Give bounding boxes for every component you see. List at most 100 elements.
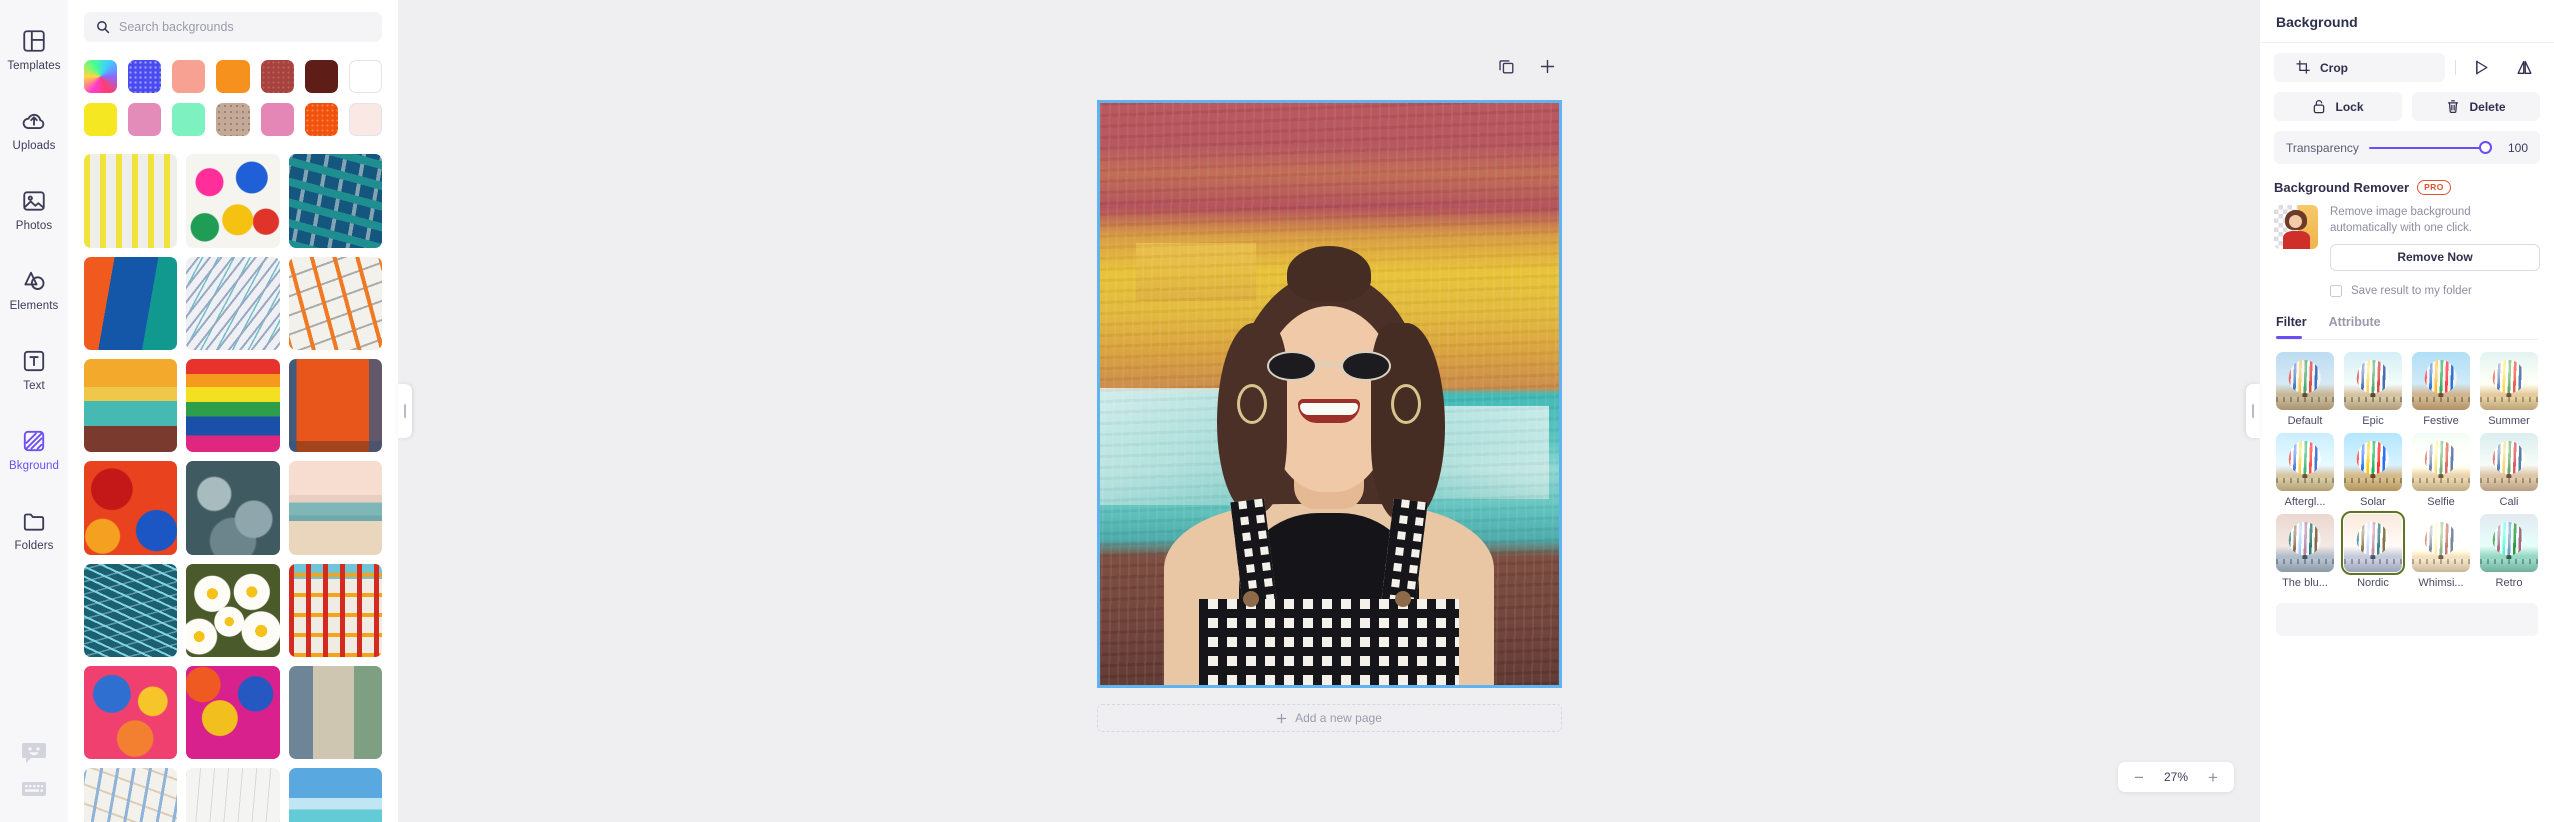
flip-vertical-button[interactable]	[2508, 53, 2540, 82]
bg-thumb-daisy-flowers[interactable]	[186, 563, 280, 657]
filter-afterglow[interactable]: Aftergl...	[2276, 432, 2334, 508]
filter-festive[interactable]: Festive	[2412, 351, 2470, 427]
swatch-mint[interactable]	[172, 103, 206, 137]
search-backgrounds-box[interactable]	[84, 12, 382, 42]
bg-thumb-white-soft-texture[interactable]	[186, 768, 280, 822]
plus-icon[interactable]	[1539, 58, 1556, 75]
save-result-checkbox[interactable]	[2330, 284, 2342, 297]
bg-thumb-colorful-abstract-splash[interactable]	[186, 154, 280, 248]
filter-thumbnail	[2412, 432, 2470, 491]
artboard-wrapper: Add a new page	[1096, 100, 1562, 732]
transparency-slider[interactable]	[2368, 141, 2492, 155]
sidebar-item-label: Bkground	[8, 459, 60, 472]
swatch-salmon[interactable]	[172, 60, 206, 94]
intensity-row-partial[interactable]	[2276, 602, 2538, 636]
lock-button[interactable]: Lock	[2274, 92, 2402, 121]
collapse-right-panel-handle[interactable]	[2246, 384, 2260, 438]
ground	[2276, 558, 2334, 572]
filter-label: Festive	[2423, 414, 2459, 427]
bg-thumb-sunset-sea-paint[interactable]	[84, 358, 178, 453]
filter-the-blues[interactable]: The blu...	[2276, 513, 2334, 589]
swatch-rose-pink[interactable]	[260, 103, 294, 137]
bg-thumb-rainbow-layers[interactable]	[186, 358, 280, 453]
sidebar-item-label: Text	[23, 379, 45, 392]
bg-thumb-white-orange-strokes[interactable]	[288, 256, 382, 350]
swatch-taupe-dotted[interactable]	[216, 103, 250, 137]
background-remover-text: Remove image background automatically wi…	[2330, 205, 2540, 271]
artboard-selected-image[interactable]	[1096, 100, 1562, 688]
properties-panel: Background Crop Lock Delete Transparency…	[2260, 0, 2554, 822]
swatch-dark-maroon[interactable]	[304, 60, 338, 94]
crop-button[interactable]: Crop	[2274, 53, 2445, 82]
background-remover-block: Remove image background automatically wi…	[2274, 205, 2540, 271]
lock-delete-row: Lock Delete	[2274, 92, 2540, 121]
properties-body: Crop Lock Delete Transparency 100 Backgr…	[2260, 43, 2554, 636]
filter-label: Default	[2287, 414, 2323, 427]
bg-thumb-dark-teal-clouds[interactable]	[186, 461, 280, 555]
transparency-label: Transparency	[2286, 140, 2359, 155]
bg-thumb-magenta-yellow-abstract[interactable]	[186, 666, 280, 760]
handle-bar	[2252, 404, 2254, 418]
flip-horizontal-button[interactable]	[2466, 53, 2498, 82]
filter-default[interactable]: Default	[2276, 351, 2334, 427]
collapse-left-panel-handle[interactable]	[398, 384, 412, 438]
tab-attribute[interactable]: Attribute	[2329, 315, 2381, 339]
sidebar-item-uploads[interactable]: Uploads	[0, 90, 68, 170]
filter-summer[interactable]: Summer	[2480, 351, 2538, 427]
swatch-yellow[interactable]	[84, 103, 118, 137]
sidebar-item-bkground[interactable]: Bkground	[0, 410, 68, 490]
chat-smiley-icon[interactable]	[21, 742, 47, 764]
zoom-in-button[interactable]: +	[2200, 764, 2226, 790]
filter-epic[interactable]: Epic	[2344, 351, 2402, 427]
bg-thumb-concrete-wall-curve[interactable]	[288, 666, 382, 760]
add-new-page-button[interactable]: Add a new page	[1096, 704, 1562, 732]
bg-thumb-tropical-lagoon[interactable]	[288, 768, 382, 822]
bg-thumb-blue-fur-texture[interactable]	[84, 563, 178, 657]
bg-thumb-orange-blue-paint[interactable]	[84, 256, 178, 350]
bg-thumb-yellow-collage[interactable]	[84, 154, 178, 248]
ground	[2480, 477, 2538, 491]
sidebar-item-elements[interactable]: Elements	[0, 250, 68, 330]
duplicate-icon[interactable]	[1498, 58, 1515, 75]
filter-selfie[interactable]: Selfie	[2412, 432, 2470, 508]
filter-nordic[interactable]: Nordic	[2340, 510, 2406, 589]
bg-thumb-pink-blue-abstract[interactable]	[84, 666, 178, 760]
sunglasses	[1267, 351, 1391, 382]
swatch-blush-white[interactable]	[348, 103, 382, 137]
swatch-rainbow-gradient[interactable]	[84, 60, 118, 94]
bg-thumb-red-orange-impasto[interactable]	[84, 461, 178, 555]
filter-solar[interactable]: Solar	[2344, 432, 2402, 508]
filter-label: Retro	[2495, 576, 2523, 589]
delete-button[interactable]: Delete	[2412, 92, 2540, 121]
swatch-brick-red[interactable]	[260, 60, 294, 94]
sidebar-item-folders[interactable]: Folders	[0, 490, 68, 570]
keyboard-icon[interactable]	[21, 778, 47, 800]
slider-knob[interactable]	[2479, 141, 2492, 154]
filter-label: Solar	[2360, 495, 2386, 508]
sidebar-item-text[interactable]: Text	[0, 330, 68, 410]
bg-thumb-marble-swirl[interactable]	[186, 256, 280, 350]
remove-now-button[interactable]: Remove Now	[2330, 243, 2540, 271]
swatch-blue-dotted[interactable]	[128, 60, 162, 94]
zoom-out-button[interactable]: −	[2126, 764, 2152, 790]
plus-icon	[1276, 713, 1287, 723]
save-result-label: Save result to my folder	[2351, 284, 2472, 297]
sidebar-item-templates[interactable]: Templates	[0, 10, 68, 90]
bg-thumb-red-city-painting[interactable]	[288, 563, 382, 657]
bg-thumb-teal-blue-abstract[interactable]	[288, 154, 382, 248]
swatch-orange-red[interactable]	[304, 103, 338, 137]
filter-thumbnail	[2344, 432, 2402, 491]
swatch-pink[interactable]	[128, 103, 162, 137]
bg-thumb-orange-wall-window[interactable]	[288, 358, 382, 453]
filter-whimsical[interactable]: Whimsi...	[2412, 513, 2470, 589]
bg-thumb-beach-sunset-photo[interactable]	[288, 461, 382, 555]
filter-cali[interactable]: Cali	[2480, 432, 2538, 508]
filter-label: Selfie	[2427, 495, 2455, 508]
search-input[interactable]	[119, 20, 370, 34]
sidebar-item-photos[interactable]: Photos	[0, 170, 68, 250]
swatch-orange[interactable]	[216, 60, 250, 94]
bg-thumb-pale-blue-strokes[interactable]	[84, 768, 178, 822]
filter-retro[interactable]: Retro	[2480, 513, 2538, 589]
swatch-white[interactable]	[348, 60, 382, 94]
tab-filter[interactable]: Filter	[2276, 315, 2307, 339]
